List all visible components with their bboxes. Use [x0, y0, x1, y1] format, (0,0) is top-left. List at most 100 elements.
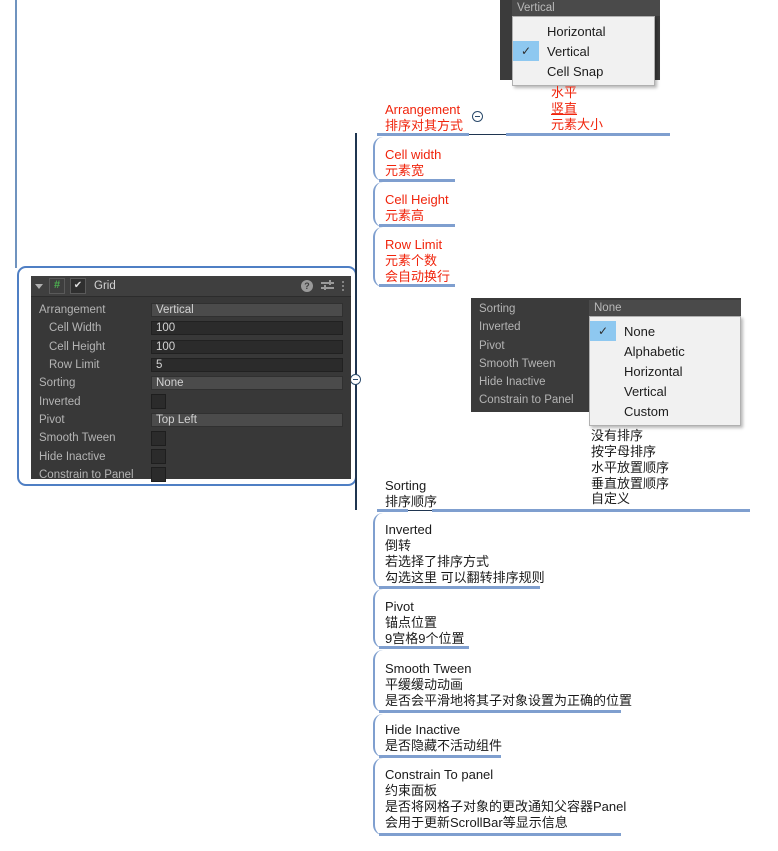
annotation-line: 平缓缓动动画	[385, 676, 464, 692]
annotation-hide-inactive: Hide Inactive 是否隐藏不活动组件	[385, 722, 502, 754]
inspector-header[interactable]: # ✔ Grid ?	[31, 276, 351, 297]
arrangement-dropdown: Vertical Horizontal ✓ Vertical Cell Snap	[512, 0, 660, 86]
menu-item-label: Vertical	[624, 383, 667, 399]
spine-vertical	[355, 133, 357, 382]
menu-item-horizontal[interactable]: Horizontal	[590, 361, 740, 381]
menu-item-label: None	[624, 323, 656, 339]
check-icon	[590, 401, 616, 421]
row-cell-height[interactable]: Cell Height 100	[31, 338, 351, 356]
label-cell-width: Cell Width	[49, 322, 102, 335]
check-icon	[590, 361, 616, 381]
row-arrangement[interactable]: Arrangement Vertical	[31, 301, 351, 319]
annotation-cell-width: Cell width 元素宽	[385, 147, 441, 179]
row-smooth-tween[interactable]: Smooth Tween	[31, 429, 351, 447]
annotation-line: 按字母排序	[591, 443, 657, 459]
ctx-label-pivot: Pivot	[479, 339, 505, 352]
annotation-line: 没有排序	[591, 428, 644, 443]
label-constrain-to-panel: Constrain to Panel	[39, 468, 134, 481]
grid-component-inspector: # ✔ Grid ? Arrangement Vertical Cell Wid…	[31, 276, 351, 483]
annotation-line: Sorting	[385, 478, 427, 493]
annotation-line: Row Limit	[385, 237, 443, 252]
field-pivot[interactable]: Top Left	[151, 412, 343, 427]
row-row-limit[interactable]: Row Limit 5	[31, 356, 351, 374]
check-icon	[590, 341, 616, 361]
menu-item-alphabetic[interactable]: Alphabetic	[590, 341, 740, 361]
ctx-label-hide-inactive: Hide Inactive	[479, 376, 546, 389]
checkbox-hide-inactive[interactable]	[151, 449, 166, 465]
label-inverted: Inverted	[39, 395, 81, 408]
annotation-row-limit: Row Limit 元素个数 会自动换行	[385, 237, 450, 285]
underline-hide-inactive	[379, 755, 501, 758]
row-inverted[interactable]: Inverted	[31, 392, 351, 410]
row-cell-width[interactable]: Cell Width 100	[31, 319, 351, 337]
menu-item-vertical[interactable]: ✓ Vertical	[513, 41, 654, 61]
sorting-dropdown-value[interactable]: None	[594, 300, 622, 316]
collapse-node-sorting-branch[interactable]	[350, 374, 361, 385]
ctx-label-sorting: Sorting	[479, 303, 516, 315]
checkbox-constrain-to-panel[interactable]	[151, 467, 166, 483]
label-sorting: Sorting	[39, 377, 76, 390]
menu-item-custom[interactable]: Custom	[590, 401, 740, 421]
annotation-line: 会用于更新ScrollBar等显示信息	[385, 814, 568, 830]
foldout-triangle-icon[interactable]	[35, 283, 43, 289]
header-icon-group: ?	[301, 280, 347, 292]
checkbox-smooth-tween[interactable]	[151, 430, 166, 446]
check-icon	[513, 21, 539, 41]
ctx-label-constrain-to-panel: Constrain to Panel	[479, 394, 574, 407]
annotation-line: 是否会平滑地将其子对象设置为正确的位置	[385, 692, 633, 708]
annotation-line: 是否隐藏不活动组件	[385, 737, 503, 753]
row-constrain-to-panel[interactable]: Constrain to Panel	[31, 466, 351, 484]
root-stem	[15, 0, 17, 268]
field-row-limit[interactable]: 5	[151, 358, 343, 373]
annotation-line: Arrangement	[385, 102, 461, 117]
sorting-dropdown-list: ✓ None Alphabetic Horizontal Vertical Cu…	[589, 316, 741, 426]
annotation-line: Inverted	[385, 522, 432, 537]
annotation-line: 会自动换行	[385, 268, 451, 284]
annotation-line: Pivot	[385, 599, 414, 614]
component-title: Grid	[94, 280, 116, 292]
annotation-line: 倒转	[385, 537, 412, 553]
annotation-line: Constrain To panel	[385, 767, 494, 782]
row-sorting[interactable]: Sorting None	[31, 374, 351, 392]
annotation-line: 元素宽	[385, 162, 425, 178]
annotation-line: 元素高	[385, 207, 425, 223]
field-sorting[interactable]: None	[151, 376, 343, 391]
label-cell-height: Cell Height	[49, 340, 106, 353]
bracket-pivot	[373, 589, 385, 648]
menu-item-horizontal[interactable]: Horizontal	[513, 21, 654, 41]
more-menu-icon[interactable]	[342, 281, 344, 291]
menu-item-cell-snap[interactable]: Cell Snap	[513, 61, 654, 81]
help-icon[interactable]: ?	[301, 280, 313, 292]
annotation-inverted: Inverted 倒转 若选择了排序方式 勾选这里 可以翻转排序规则	[385, 522, 545, 585]
arrangement-dropdown-value[interactable]: Vertical	[512, 0, 660, 16]
row-pivot[interactable]: Pivot Top Left	[31, 411, 351, 429]
menu-item-vertical[interactable]: Vertical	[590, 381, 740, 401]
field-arrangement[interactable]: Vertical	[151, 303, 343, 318]
annotation-line: Cell width	[385, 147, 442, 162]
label-hide-inactive: Hide Inactive	[39, 450, 106, 463]
sorting-context-labels: Sorting Inverted Pivot Smooth Tween Hide…	[479, 300, 574, 410]
underline-inverted	[379, 586, 540, 589]
underline-smooth-tween	[379, 710, 621, 713]
arrangement-dropdown-list: Horizontal ✓ Vertical Cell Snap	[512, 16, 655, 86]
annotation-sorting: Sorting 排序顺序	[385, 478, 437, 510]
menu-item-none[interactable]: ✓ None	[590, 321, 740, 341]
field-cell-height[interactable]: 100	[151, 339, 343, 354]
annotation-line: 元素大小	[551, 116, 604, 132]
label-smooth-tween: Smooth Tween	[39, 432, 116, 445]
underline-cell-height	[379, 224, 455, 227]
component-enabled-checkbox[interactable]: ✔	[70, 278, 86, 294]
menu-item-label: Alphabetic	[624, 343, 685, 359]
checkbox-inverted[interactable]	[151, 394, 166, 410]
bracket-cell-height	[373, 182, 385, 227]
row-hide-inactive[interactable]: Hide Inactive	[31, 447, 351, 465]
preset-icon[interactable]	[321, 280, 334, 292]
annotation-line: 若选择了排序方式	[385, 553, 490, 569]
check-icon	[590, 381, 616, 401]
field-cell-width[interactable]: 100	[151, 321, 343, 336]
ctx-label-inverted: Inverted	[479, 321, 521, 334]
collapse-node-arrangement[interactable]	[472, 111, 483, 122]
menu-item-label: Horizontal	[624, 363, 683, 379]
annotation-line: Cell Height	[385, 192, 449, 207]
menu-item-label: Vertical	[547, 43, 590, 59]
